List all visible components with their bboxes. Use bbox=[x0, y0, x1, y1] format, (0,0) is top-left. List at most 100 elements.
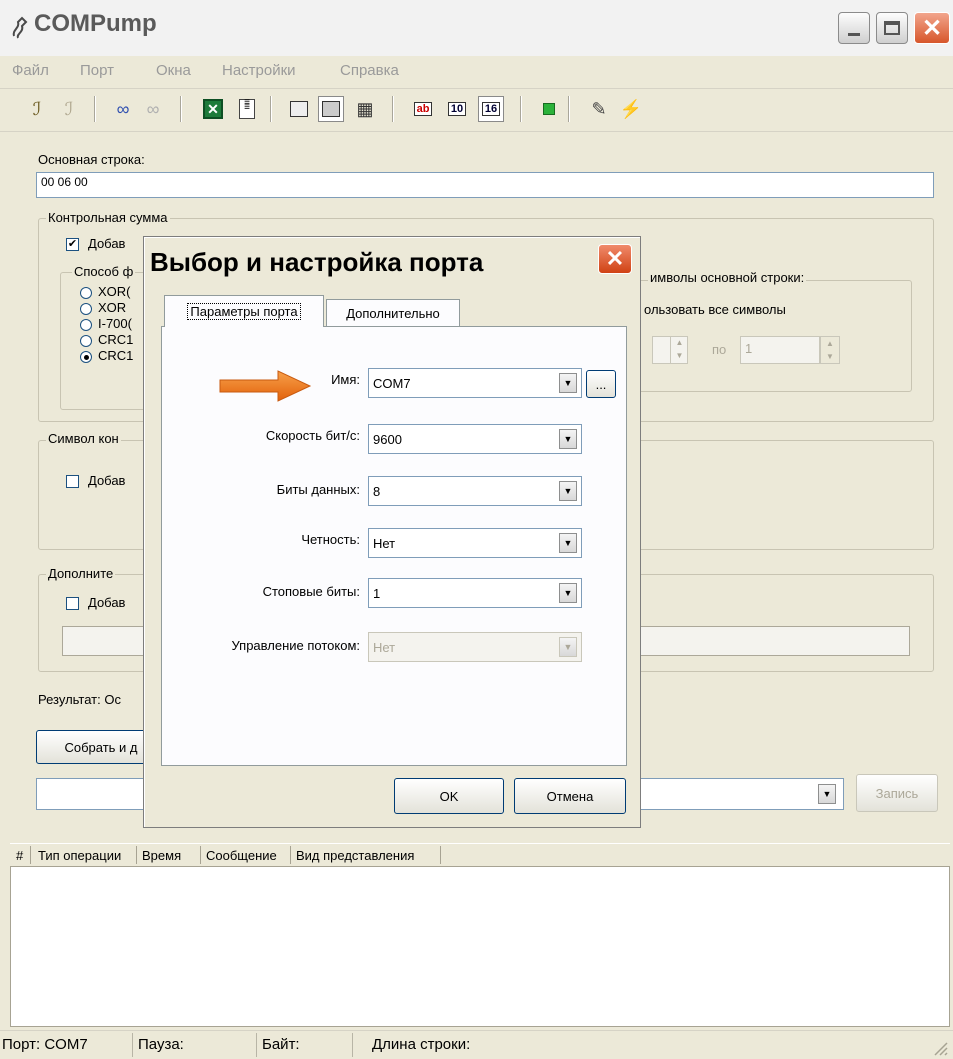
status-pause: Пауза: bbox=[138, 1036, 184, 1053]
connect-button[interactable]: ∞ bbox=[110, 96, 136, 122]
stop-bits-select[interactable]: 1 ▼ bbox=[368, 578, 582, 608]
range-from-spinner[interactable]: ▲ ▼ bbox=[670, 336, 688, 364]
log-col-time[interactable]: Время bbox=[142, 848, 181, 863]
ab-button[interactable]: ab bbox=[410, 96, 436, 122]
port-open-icon: ℐ bbox=[32, 98, 42, 119]
status-separator bbox=[132, 1033, 133, 1057]
chevron-down-icon[interactable]: ▼ bbox=[559, 583, 577, 603]
radio-xor-paren[interactable] bbox=[80, 287, 92, 299]
field-row-label-wrap: Скорость бит/с: bbox=[170, 428, 360, 448]
dialog-title: Выбор и настройка порта bbox=[150, 247, 484, 277]
view2-button[interactable] bbox=[318, 96, 344, 122]
stop-bits-value: 1 bbox=[373, 585, 381, 601]
field-row-label-wrap: Имя: bbox=[170, 372, 360, 392]
log-col-operation[interactable]: Тип операции bbox=[38, 848, 121, 863]
disconnect-button[interactable]: ∞ bbox=[140, 96, 166, 122]
tab-port-params[interactable]: Параметры порта bbox=[164, 295, 324, 327]
port-close-button[interactable]: ℐ bbox=[56, 96, 82, 122]
window-title: COMPump bbox=[34, 10, 157, 37]
chevron-down-icon[interactable]: ▼ bbox=[559, 373, 577, 393]
menu-help[interactable]: Справка bbox=[340, 62, 399, 79]
chevron-down-icon[interactable]: ▼ bbox=[559, 481, 577, 501]
pattern-icon: ▦ bbox=[356, 98, 374, 119]
port-name-value: COM7 bbox=[373, 375, 411, 391]
maximize-button[interactable] bbox=[876, 12, 908, 44]
radio-xor[interactable] bbox=[80, 303, 92, 315]
symbols-group-title: имволы основной строки: bbox=[648, 270, 807, 285]
tab-advanced[interactable]: Дополнительно bbox=[326, 299, 460, 327]
range-to-spinner[interactable]: ▲ ▼ bbox=[820, 336, 840, 364]
log-col-separator[interactable] bbox=[440, 846, 441, 864]
chevron-down-icon: ▼ bbox=[822, 789, 832, 799]
write-button[interactable]: Запись bbox=[856, 774, 938, 812]
hex-16-button[interactable]: 16 bbox=[478, 96, 504, 122]
port-browse-button[interactable]: ... bbox=[586, 370, 616, 398]
extra-add-label: Добав bbox=[88, 595, 126, 610]
field-row-label-wrap: Четность: bbox=[170, 532, 360, 552]
ab-icon: ab bbox=[413, 102, 433, 116]
radio-label: CRC1 bbox=[98, 332, 134, 347]
log-col-separator[interactable] bbox=[30, 846, 31, 864]
baud-rate-value: 9600 bbox=[373, 431, 402, 447]
maximize-icon bbox=[884, 21, 900, 35]
chevron-down-icon[interactable]: ▼ bbox=[559, 533, 577, 553]
log-list[interactable] bbox=[10, 867, 950, 1027]
data-bits-select[interactable]: 8 ▼ bbox=[368, 476, 582, 506]
log-col-view[interactable]: Вид представления bbox=[296, 848, 414, 863]
command-combo-arrow[interactable]: ▼ bbox=[818, 784, 836, 804]
radio-crc1-selected[interactable] bbox=[80, 351, 92, 363]
log-col-message[interactable]: Сообщение bbox=[206, 848, 277, 863]
chevron-down-icon[interactable]: ▼ bbox=[559, 429, 577, 449]
main-string-label: Основная строка: bbox=[38, 152, 145, 167]
end-symbol-add-checkbox[interactable] bbox=[66, 475, 79, 488]
green-square-button[interactable] bbox=[536, 96, 562, 122]
close-button[interactable]: ✕ bbox=[914, 12, 950, 44]
toolbar-separator bbox=[568, 96, 570, 122]
menu-file[interactable]: Файл bbox=[12, 62, 49, 79]
baud-rate-select[interactable]: 9600 ▼ bbox=[368, 424, 582, 454]
menu-windows[interactable]: Окна bbox=[156, 62, 191, 79]
method-group-title: Способ ф bbox=[72, 264, 136, 279]
excel-button[interactable]: ✕ bbox=[200, 96, 226, 122]
radio-crc1[interactable] bbox=[80, 335, 92, 347]
cancel-button[interactable]: Отмена bbox=[514, 778, 626, 814]
port-name-select[interactable]: COM7 ▼ bbox=[368, 368, 582, 398]
range-to-input[interactable]: 1 bbox=[740, 336, 820, 364]
view1-button[interactable] bbox=[286, 96, 312, 122]
checksum-add-checkbox[interactable]: ✔ bbox=[66, 238, 79, 251]
checksum-add-label: Добав bbox=[88, 236, 126, 251]
pattern-button[interactable]: ▦ bbox=[352, 96, 378, 122]
settings-tool-button[interactable]: ✎ bbox=[586, 96, 612, 122]
extra-add-checkbox[interactable] bbox=[66, 597, 79, 610]
port-open-button[interactable]: ℐ bbox=[24, 96, 50, 122]
log-col-number[interactable]: # bbox=[16, 848, 23, 863]
minimize-button[interactable] bbox=[838, 12, 870, 44]
log-col-separator[interactable] bbox=[136, 846, 137, 864]
data-bits-value: 8 bbox=[373, 483, 381, 499]
log-col-separator[interactable] bbox=[290, 846, 291, 864]
main-string-input[interactable]: 00 06 00 bbox=[36, 172, 934, 198]
radio-i7000[interactable] bbox=[80, 319, 92, 331]
menu-settings[interactable]: Настройки bbox=[222, 62, 296, 79]
radio-label: I-700( bbox=[98, 316, 132, 331]
flow-control-select[interactable]: Нет ▼ bbox=[368, 632, 582, 662]
view2-icon bbox=[322, 101, 340, 117]
notepad-button[interactable]: ≡ ≡ bbox=[234, 96, 260, 122]
log-col-separator[interactable] bbox=[200, 846, 201, 864]
green-square-icon bbox=[543, 103, 555, 115]
hex-16-icon: 16 bbox=[481, 102, 501, 116]
ok-button[interactable]: OK bbox=[394, 778, 504, 814]
minimize-icon bbox=[848, 32, 860, 36]
status-port: Порт: COM7 bbox=[2, 1036, 88, 1053]
resize-grip-icon[interactable] bbox=[930, 1038, 948, 1056]
use-all-symbols-label: ользовать все символы bbox=[644, 302, 786, 317]
menu-port[interactable]: Порт bbox=[80, 62, 114, 79]
dec-10-button[interactable]: 10 bbox=[444, 96, 470, 122]
dialog-close-button[interactable]: ✕ bbox=[598, 244, 632, 274]
toolbar-separator bbox=[392, 96, 394, 122]
tab-advanced-label: Дополнительно bbox=[346, 306, 440, 321]
flow-control-label: Управление потоком: bbox=[231, 638, 360, 653]
parity-select[interactable]: Нет ▼ bbox=[368, 528, 582, 558]
parity-label: Четность: bbox=[301, 532, 360, 547]
plug-button[interactable]: ⚡ bbox=[618, 96, 644, 122]
